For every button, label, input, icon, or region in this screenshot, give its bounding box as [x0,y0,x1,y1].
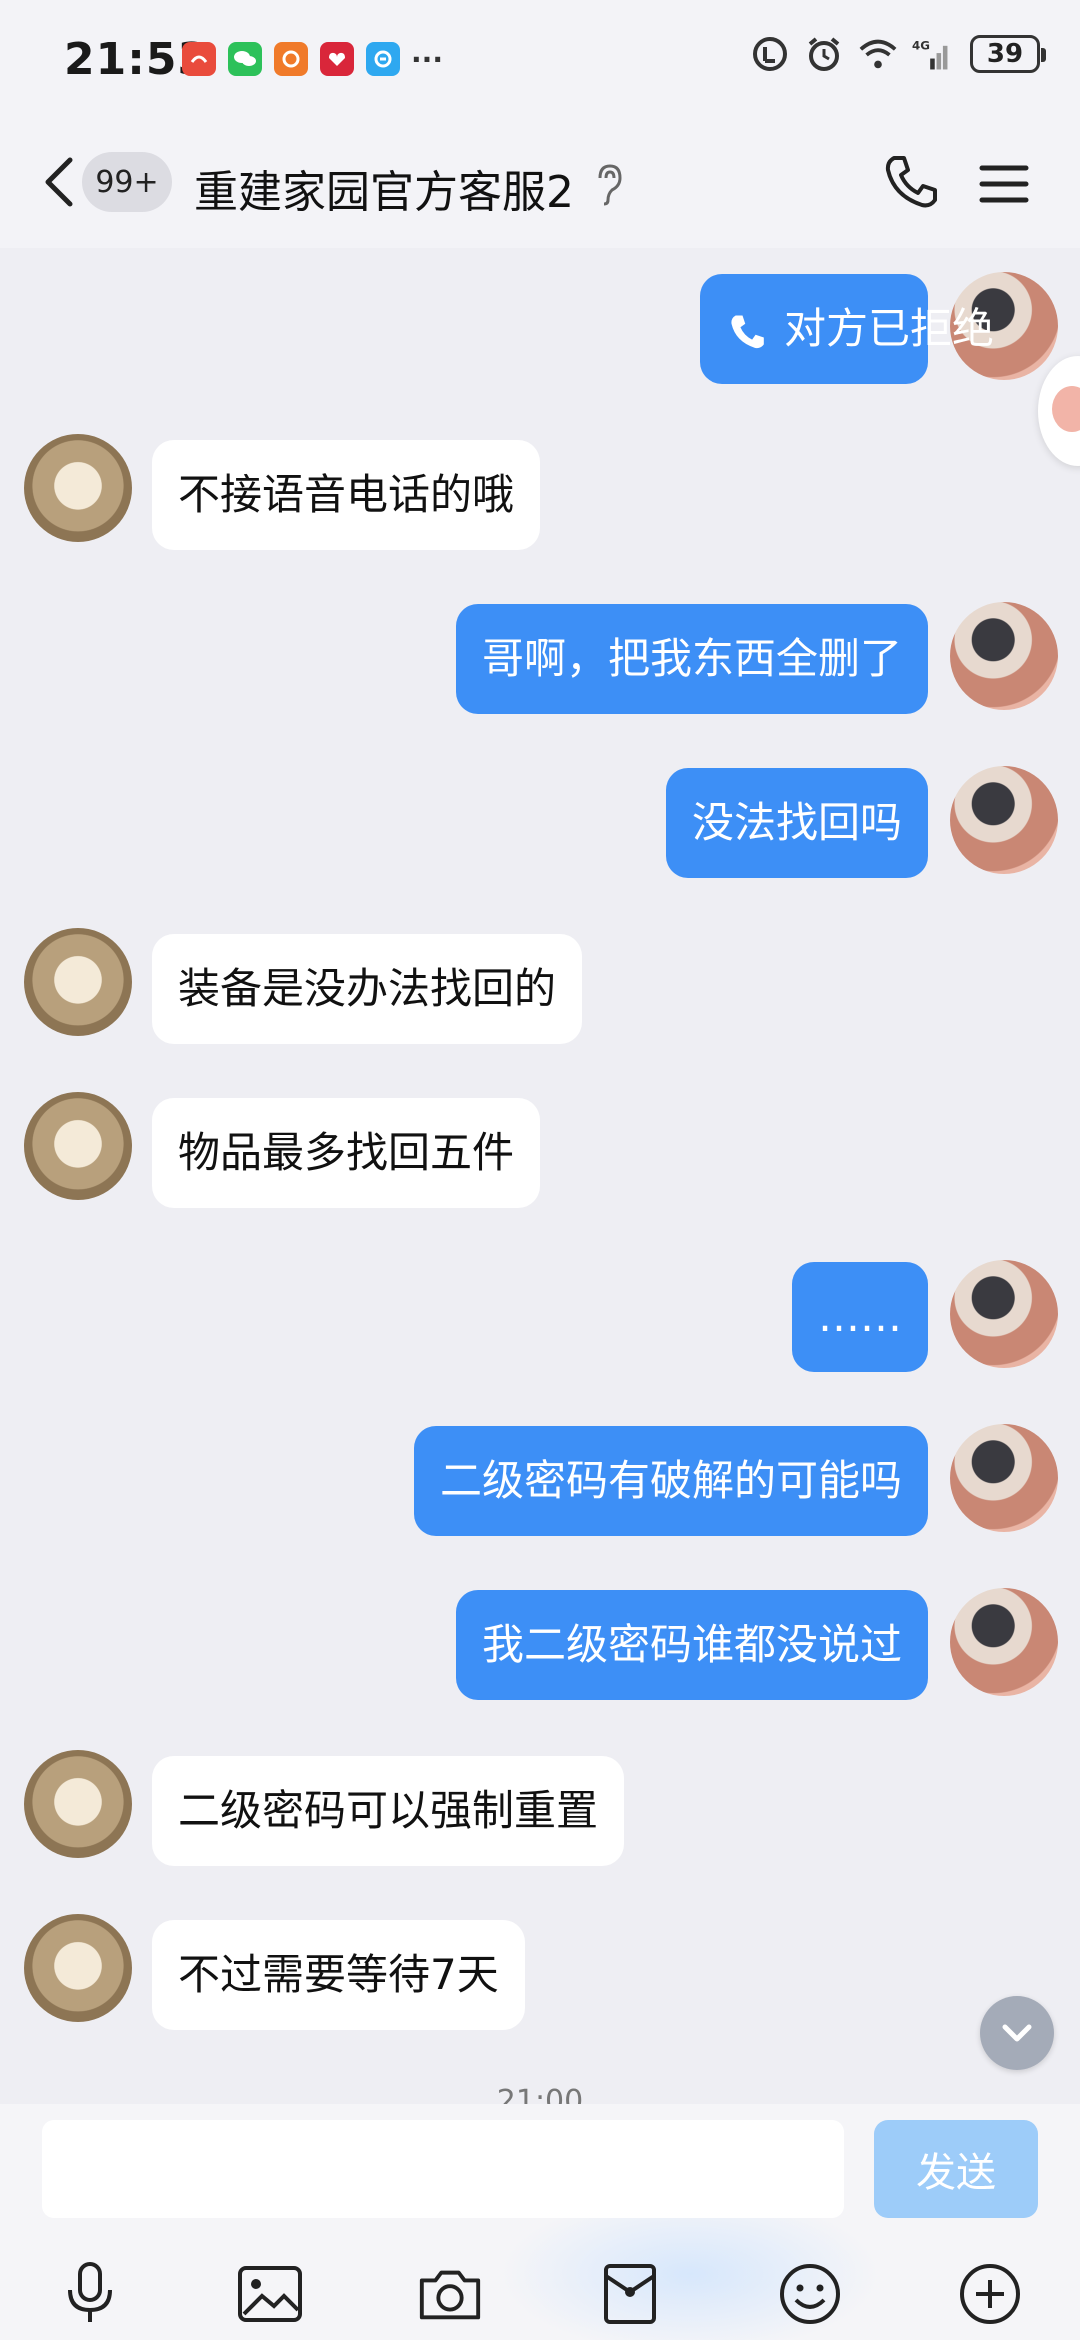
voice-call-button[interactable] [880,150,944,214]
chat-title[interactable]: 重建家园官方客服2 [194,156,574,220]
more-notifications-icon: ··· [411,42,443,76]
battery-indicator: 39 [970,35,1046,73]
signal-4g-icon: 4G [912,34,952,74]
image-button[interactable] [236,2260,304,2328]
menu-button[interactable] [976,156,1032,212]
back-button[interactable] [36,150,80,214]
phone-call-icon [731,315,764,348]
my-avatar[interactable] [950,1588,1058,1696]
send-button[interactable]: 发送 [874,2120,1038,2218]
chevron-down-icon [1002,2024,1032,2042]
camera-button[interactable] [416,2260,484,2328]
contact-avatar[interactable] [24,1092,132,1200]
more-options-button[interactable] [956,2260,1024,2328]
red-packet-button[interactable] [596,2260,664,2328]
message-bubble-sent[interactable]: 没法找回吗 [665,768,928,878]
input-area: 发送 [0,2104,1080,2340]
my-avatar[interactable] [950,766,1058,874]
red-envelope-icon [604,2264,656,2324]
message-bubble-received[interactable]: 不接语音电话的哦 [152,440,541,550]
input-toolbar [0,2252,1080,2332]
my-avatar[interactable] [950,1260,1058,1368]
contact-avatar[interactable] [24,434,132,542]
emoji-button[interactable] [776,2260,844,2328]
blue-app-icon [366,42,400,76]
system-icons: 4G 39 [750,34,1046,74]
message-bubble-sent[interactable]: …… [792,1262,928,1372]
time-divider: 21:00 [496,2084,584,2104]
message-bubble-sent[interactable]: 我二级密码谁都没说过 [455,1590,928,1700]
microphone-icon [68,2262,112,2322]
ear-mode-icon [592,160,628,208]
message-bubble-sent[interactable]: 二级密码有破解的可能吗 [413,1426,928,1536]
data-saver-icon [750,34,790,74]
call-rejected-bubble[interactable]: 对方已拒绝 [700,274,994,384]
chat-header: 99+ 重建家园官方客服2 [0,120,1080,248]
red-app-icon [182,42,216,76]
plus-circle-icon [960,2264,1020,2324]
red-heart-app-icon [320,42,354,76]
contact-avatar[interactable] [24,1750,132,1858]
message-bubble-received[interactable]: 装备是没办法找回的 [152,934,583,1044]
contact-avatar[interactable] [24,1914,132,2022]
my-avatar[interactable] [950,602,1058,710]
wechat-icon [228,42,262,76]
message-bubble-sent[interactable]: 哥啊，把我东西全删了 [455,604,928,714]
camera-icon [419,2270,481,2320]
message-list[interactable]: 对方已拒绝 不接语音电话的哦 哥啊，把我东西全删了 没法找回吗 装备是没办法找回… [0,248,1080,2104]
alarm-icon [804,34,844,74]
message-input[interactable] [42,2120,844,2218]
status-bar: 21:53 ··· 4G 39 [0,0,1080,120]
notification-icons: ··· [182,42,443,76]
image-icon [238,2266,302,2322]
svg-text:4G: 4G [912,38,930,52]
orange-app-icon [274,42,308,76]
emoji-icon [780,2264,840,2324]
my-avatar[interactable] [950,1424,1058,1532]
message-bubble-received[interactable]: 不过需要等待7天 [152,1920,525,2030]
message-text: 对方已拒绝 [784,304,995,353]
message-bubble-received[interactable]: 二级密码可以强制重置 [152,1756,625,1866]
voice-input-button[interactable] [56,2260,124,2328]
unread-count-badge[interactable]: 99+ [82,152,172,212]
message-bubble-received[interactable]: 物品最多找回五件 [152,1098,541,1208]
wifi-icon [858,34,898,74]
contact-avatar[interactable] [24,928,132,1036]
scroll-to-bottom-button[interactable] [980,1996,1054,2070]
